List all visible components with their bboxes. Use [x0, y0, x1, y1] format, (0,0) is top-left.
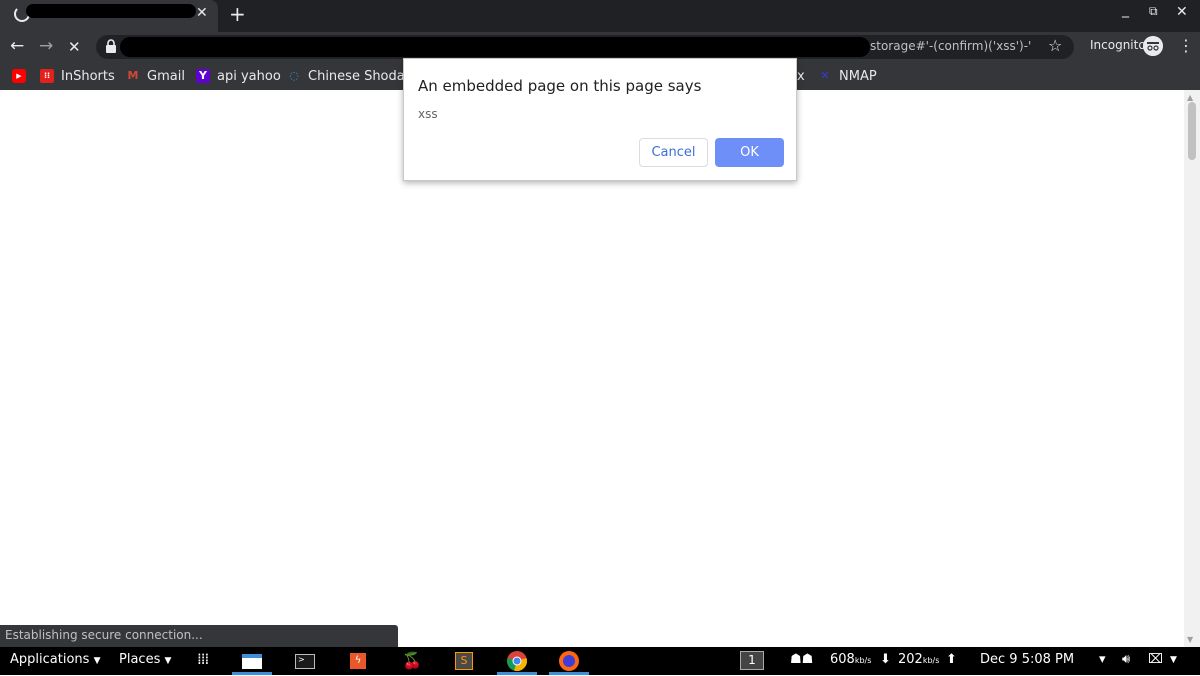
bookmark-label: InShorts — [61, 68, 115, 84]
firefox-icon[interactable] — [558, 650, 580, 672]
bookmark-inshorts[interactable]: ⁝⁝ InShorts — [40, 66, 115, 86]
back-icon[interactable]: ← — [10, 36, 24, 56]
cancel-button[interactable]: Cancel — [639, 138, 708, 167]
bookmark-label: Chinese Shodan — [308, 68, 413, 84]
new-tab-icon[interactable]: + — [229, 2, 246, 26]
dialog-message: xss — [418, 107, 438, 121]
clock[interactable]: Dec 9 5:08 PM — [980, 652, 1074, 667]
system-menu-chevron-icon[interactable]: ▼ — [1170, 655, 1177, 665]
minimize-icon[interactable]: _ — [1122, 2, 1129, 18]
download-arrow-icon: ⬇ — [880, 652, 891, 667]
yahoo-icon: Y — [196, 69, 210, 83]
bookmark-star-icon[interactable]: ☆ — [1048, 36, 1062, 55]
dialog-title: An embedded page on this page says — [418, 77, 702, 95]
address-bar[interactable]: storage#'-(confirm)('xss')-' ☆ — [96, 35, 1074, 59]
wifi-icon[interactable]: ▾ — [1099, 652, 1106, 667]
bookmark-api-yahoo[interactable]: Y api yahoo — [196, 66, 281, 86]
incognito-icon[interactable] — [1143, 36, 1163, 56]
url-text: storage#'-(confirm)('xss')-' — [870, 39, 1032, 53]
bookmark-x[interactable]: x — [797, 66, 805, 86]
bookmark-gmail[interactable]: M Gmail — [126, 66, 185, 86]
bookmark-label: api yahoo — [217, 68, 281, 84]
gmail-icon: M — [127, 69, 139, 82]
users-icon: ☗☗ — [790, 652, 814, 667]
stop-loading-icon[interactable]: ✕ — [68, 38, 81, 56]
scroll-up-icon[interactable]: ▲ — [1187, 93, 1193, 102]
workspace-switcher[interactable]: 1 — [740, 651, 764, 670]
applications-menu[interactable]: Applications ▼ — [10, 652, 100, 667]
restore-icon[interactable]: ⧉ — [1149, 4, 1158, 19]
scroll-thumb[interactable] — [1188, 102, 1196, 160]
net-down-unit: kb/s — [854, 656, 872, 665]
terminal-icon[interactable]: > — [294, 650, 316, 672]
volume-icon[interactable]: 🔊︎ — [1122, 652, 1130, 667]
burp-suite-icon[interactable]: ϟ — [347, 650, 369, 672]
close-window-icon[interactable]: ✕ — [1176, 4, 1188, 20]
net-up-value: 202kb/s — [898, 652, 939, 667]
cherrytree-icon[interactable]: 🍒 — [400, 650, 422, 672]
lock-icon — [106, 39, 116, 53]
net-up-unit: kb/s — [922, 656, 940, 665]
chinese-shodan-icon: ◌ — [289, 69, 299, 82]
active-tab[interactable]: ✕ — [0, 0, 218, 32]
redaction-mark — [120, 37, 870, 57]
redaction-mark — [26, 4, 196, 18]
vertical-scrollbar[interactable]: ▲ ▼ — [1184, 90, 1200, 647]
menu-kebab-icon[interactable]: ⋮ — [1178, 36, 1194, 55]
alert-dialog: An embedded page on this page says xss C… — [403, 58, 797, 181]
bookmark-nmap[interactable]: ✕ NMAP — [818, 66, 877, 86]
status-bubble: Establishing secure connection... — [0, 625, 398, 647]
forward-icon[interactable]: → — [39, 36, 53, 56]
youtube-icon: ▶ — [12, 69, 26, 83]
file-manager-icon[interactable] — [241, 650, 263, 672]
app-grid-icon[interactable]: ⁞⁞⁞ — [197, 650, 209, 668]
nmap-icon: ✕ — [820, 69, 830, 82]
places-menu[interactable]: Places ▼ — [119, 652, 171, 667]
tab-close-icon[interactable]: ✕ — [196, 5, 208, 21]
applications-label: Applications — [10, 652, 90, 667]
net-down-value: 608kb/s — [830, 652, 871, 667]
tab-strip: ✕ + _ ⧉ ✕ — [0, 0, 1200, 32]
chevron-down-icon: ▼ — [93, 656, 101, 666]
net-down-number: 608 — [830, 652, 855, 667]
places-label: Places — [119, 652, 161, 667]
bookmark-label: NMAP — [839, 68, 877, 84]
bookmark-youtube[interactable]: ▶ — [12, 66, 33, 86]
battery-icon[interactable]: ⌧ — [1148, 652, 1163, 667]
upload-arrow-icon: ⬆ — [946, 652, 957, 667]
inshorts-icon: ⁝⁝ — [40, 69, 54, 83]
taskbar: Applications ▼ Places ▼ ⁞⁞⁞ > ϟ 🍒 S 1 ☗☗… — [0, 647, 1200, 675]
sublime-text-icon[interactable]: S — [453, 650, 475, 672]
bookmark-label: Gmail — [147, 68, 185, 84]
scroll-down-icon[interactable]: ▼ — [1187, 635, 1193, 644]
chrome-icon[interactable] — [506, 650, 528, 672]
chevron-down-icon: ▼ — [164, 656, 172, 666]
net-up-number: 202 — [898, 652, 923, 667]
ok-button[interactable]: OK — [715, 138, 784, 167]
bookmark-chinese-shodan[interactable]: ◌ Chinese Shodan — [287, 66, 413, 86]
bookmark-label: x — [797, 68, 805, 84]
incognito-label: Incognito — [1090, 38, 1146, 52]
